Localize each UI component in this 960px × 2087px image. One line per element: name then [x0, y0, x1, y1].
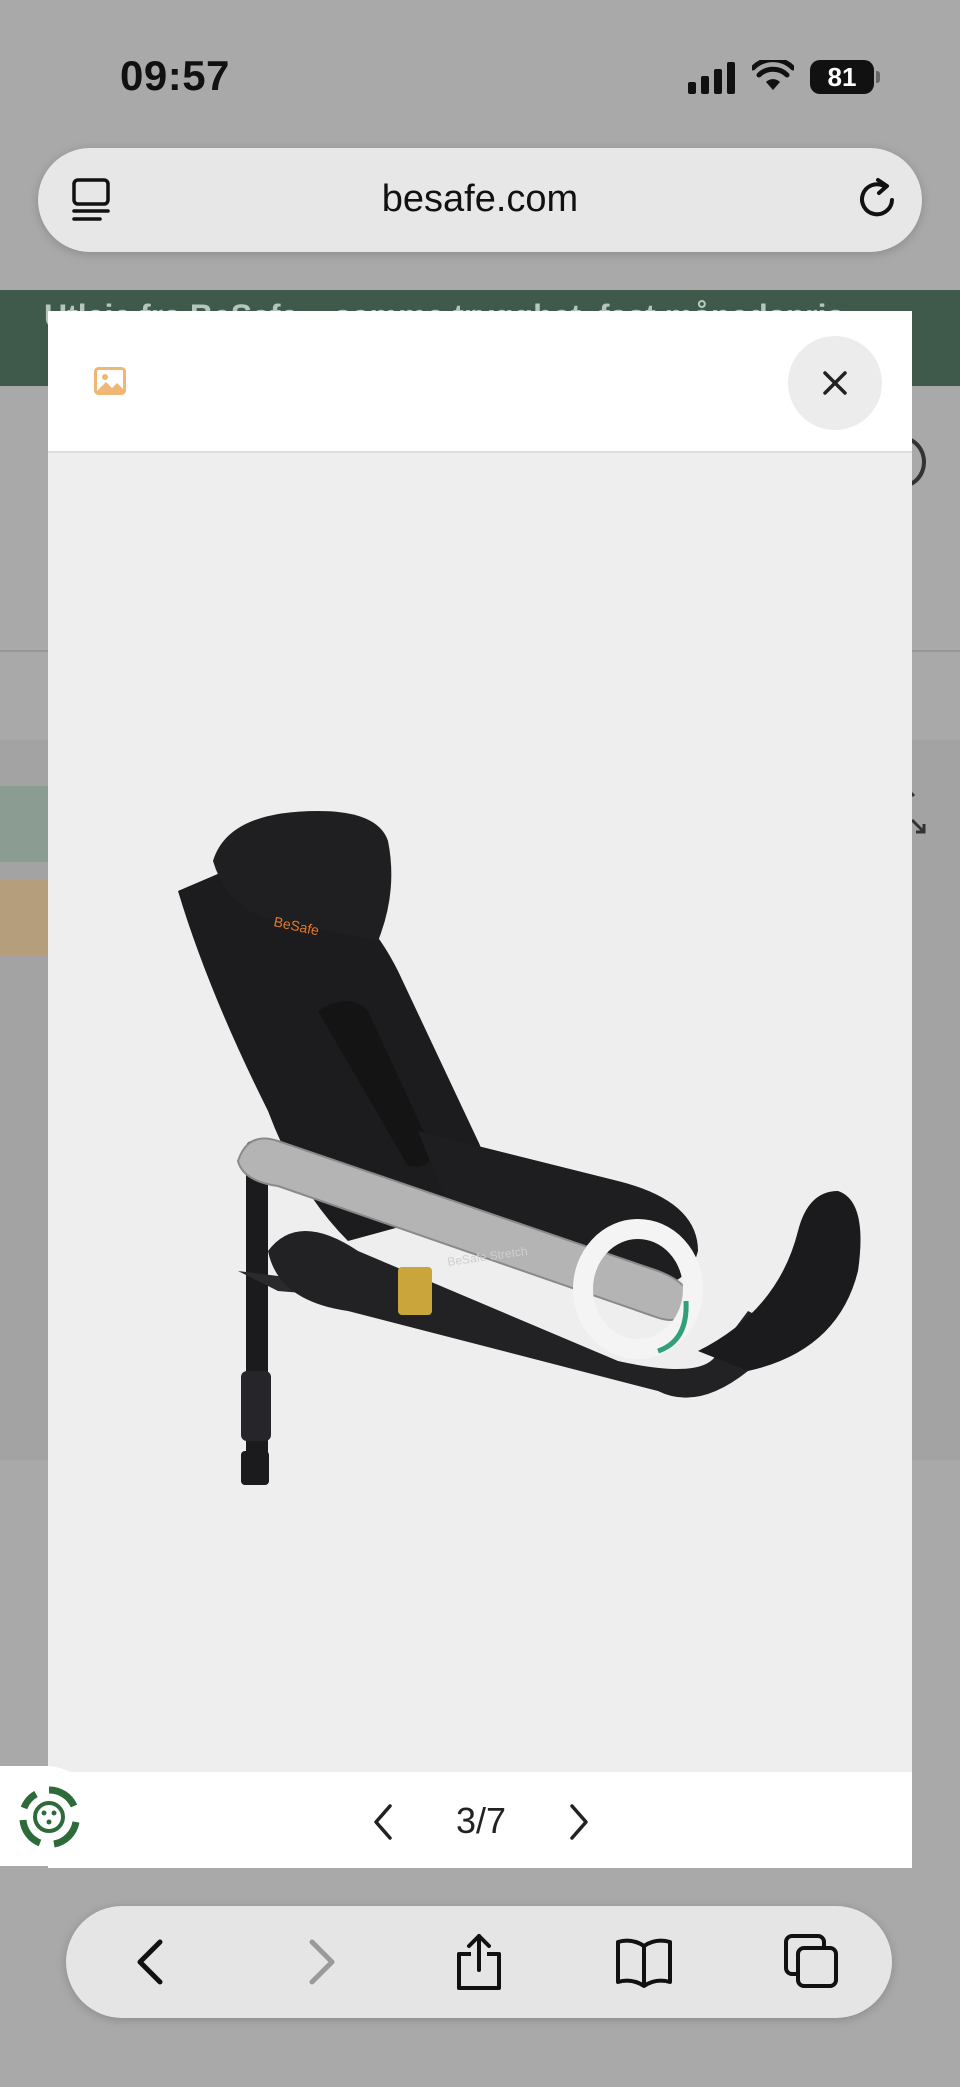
close-icon	[823, 371, 847, 395]
cellular-signal-icon	[688, 62, 735, 94]
url-text[interactable]: besafe.com	[38, 178, 922, 221]
image-lightbox-modal: BeSafe BeSafe Stretch 3/7	[48, 311, 912, 1868]
book-icon[interactable]	[614, 1932, 674, 1992]
battery-indicator: 81	[810, 60, 880, 94]
accessibility-icon	[19, 1786, 80, 1848]
close-button[interactable]	[788, 336, 882, 430]
image-pager: 3/7	[455, 1800, 507, 1841]
wifi-icon	[752, 60, 794, 90]
chevron-right-icon[interactable]	[566, 1802, 592, 1842]
image-icon	[94, 367, 126, 395]
browser-toolbar	[66, 1906, 892, 2018]
status-time: 09:57	[120, 52, 230, 99]
chevron-left-icon[interactable]	[370, 1802, 396, 1842]
share-icon[interactable]	[449, 1932, 509, 1992]
forward-icon[interactable]	[290, 1932, 350, 1992]
back-icon[interactable]	[122, 1932, 182, 1992]
modal-header	[48, 311, 912, 453]
product-image[interactable]: BeSafe BeSafe Stretch	[98, 711, 898, 1521]
leg-rest	[698, 1191, 861, 1371]
accessibility-widget[interactable]	[0, 1766, 96, 1866]
reload-icon[interactable]	[854, 176, 900, 222]
modal-footer: 3/7	[48, 1772, 912, 1868]
address-bar[interactable]: besafe.com	[38, 148, 922, 252]
tabs-icon[interactable]	[782, 1932, 842, 1992]
